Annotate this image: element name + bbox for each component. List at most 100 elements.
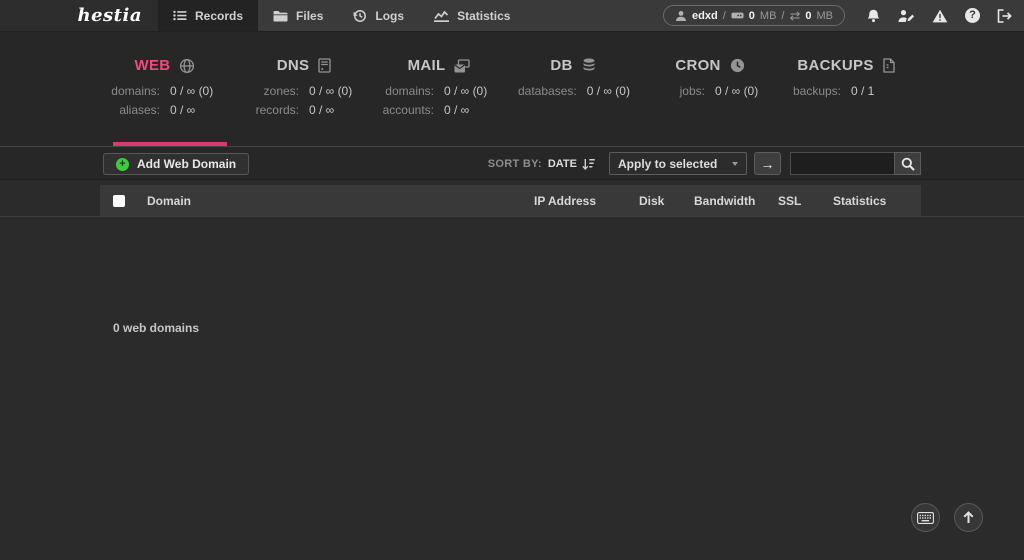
stat-col-web: WEB domains: 0 / ∞ (0) aliases: 0 / ∞ xyxy=(100,57,230,117)
keyboard-icon xyxy=(917,511,934,524)
toolbar-right: SORT BY: DATE Apply to selected → xyxy=(488,152,921,175)
content-separator xyxy=(0,216,1024,217)
bandwidth-usage-unit: MB xyxy=(816,9,834,22)
logout-icon[interactable] xyxy=(997,8,1012,23)
stat-key: domains: xyxy=(385,84,434,98)
apply-to-selected-select[interactable]: Apply to selected xyxy=(609,152,747,175)
select-all-checkbox[interactable] xyxy=(113,194,125,207)
column-header-disk: Disk xyxy=(639,193,665,208)
plus-icon: + xyxy=(116,157,129,171)
nav-item-logs[interactable]: Logs xyxy=(338,0,419,31)
stat-title-label: DB xyxy=(550,57,573,74)
list-icon xyxy=(173,10,187,21)
sort-by-label: SORT BY: xyxy=(487,157,542,170)
stat-value: 0 / ∞ (0) xyxy=(444,84,488,98)
stat-title-label: CRON xyxy=(675,57,721,74)
stat-col-dns: DNS zones: 0 / ∞ (0) records: 0 / ∞ xyxy=(248,57,360,117)
search-icon xyxy=(901,157,915,171)
stat-key: records: xyxy=(255,103,299,117)
question-glyph: ? xyxy=(965,8,980,23)
server-icon xyxy=(318,58,331,73)
stat-col-mail: MAIL domains: 0 / ∞ (0) accounts: 0 / ∞ xyxy=(380,57,498,117)
stat-title-label: WEB xyxy=(134,57,171,74)
column-header-ssl: SSL xyxy=(778,193,802,208)
warning-icon[interactable] xyxy=(932,9,948,23)
topbar-right: edxd / 0 MB / ⇄ 0 MB ? xyxy=(663,0,1012,31)
history-icon xyxy=(353,9,367,23)
nav-item-label: Files xyxy=(296,8,324,23)
sort-by-date-button[interactable]: DATE xyxy=(548,158,595,170)
add-web-domain-button[interactable]: + Add Web Domain xyxy=(103,153,250,175)
edit-user-icon[interactable] xyxy=(898,9,915,23)
nav-item-files[interactable]: Files xyxy=(258,0,338,31)
stat-key: accounts: xyxy=(382,103,434,117)
tab-cron[interactable]: CRON xyxy=(660,57,760,74)
tab-mail[interactable]: MAIL xyxy=(380,57,498,74)
nav-item-label: Logs xyxy=(375,8,405,23)
folder-icon xyxy=(273,10,288,22)
main-nav: Records Files Logs Statistics xyxy=(158,0,525,31)
stat-value: 0 / ∞ xyxy=(309,103,335,117)
arrow-right-icon: → xyxy=(760,155,775,172)
stat-key: aliases: xyxy=(119,103,160,117)
disk-usage-unit: MB xyxy=(759,9,777,22)
stat-value: 0 / ∞ (0) xyxy=(309,84,353,98)
apply-go-button[interactable]: → xyxy=(754,152,781,175)
domains-table-header: Domain IP Address Disk Bandwidth SSL Sta… xyxy=(100,185,921,216)
floating-buttons xyxy=(911,503,983,532)
column-header-bandwidth: Bandwidth xyxy=(694,193,756,208)
mail-icon xyxy=(454,58,471,73)
stat-title-label: MAIL xyxy=(407,57,446,74)
help-icon[interactable]: ? xyxy=(965,8,980,23)
add-button-label: Add Web Domain xyxy=(137,157,237,171)
separator: / xyxy=(781,9,785,22)
stat-value: 0 / ∞ (0) xyxy=(715,84,759,98)
stat-value: 0 / 1 xyxy=(851,84,875,98)
app-logo[interactable]: hestia xyxy=(0,0,158,31)
user-icon xyxy=(675,10,687,22)
tab-web[interactable]: WEB xyxy=(100,57,230,74)
column-header-domain: Domain xyxy=(147,193,192,208)
disk-usage-value: 0 xyxy=(748,9,755,22)
active-tab-underline xyxy=(113,142,227,146)
select-value: Apply to selected xyxy=(618,156,718,171)
stat-key: domains: xyxy=(111,84,160,98)
bandwidth-usage-value: 0 xyxy=(805,9,812,22)
scroll-to-top-button[interactable] xyxy=(954,503,983,532)
stat-value: 0 / ∞ xyxy=(444,103,470,117)
exchange-icon: ⇄ xyxy=(789,8,801,23)
notifications-bell-icon[interactable] xyxy=(866,9,881,23)
sort-amount-icon xyxy=(582,158,595,170)
search-button[interactable] xyxy=(894,152,921,175)
logo-text: hestia xyxy=(77,5,142,26)
arrow-up-icon xyxy=(962,511,975,524)
usage-stats-panel: WEB domains: 0 / ∞ (0) aliases: 0 / ∞ DN… xyxy=(0,31,1024,147)
nav-item-statistics[interactable]: Statistics xyxy=(419,0,525,31)
hdd-icon xyxy=(731,9,744,22)
tab-dns[interactable]: DNS xyxy=(248,57,360,74)
chevron-down-icon xyxy=(732,161,738,166)
column-header-statistics: Statistics xyxy=(833,193,887,208)
tab-db[interactable]: DB xyxy=(518,57,628,74)
stat-value: 0 / ∞ (0) xyxy=(586,84,630,98)
stat-col-backups: BACKUPS backups: 0 / 1 xyxy=(790,57,902,98)
globe-icon xyxy=(179,58,195,74)
nav-item-records[interactable]: Records xyxy=(158,0,259,31)
stat-col-db: DB databases: 0 / ∞ (0) xyxy=(518,57,630,98)
tab-backups[interactable]: BACKUPS xyxy=(790,57,902,74)
search-group xyxy=(790,152,921,175)
database-icon xyxy=(582,58,596,73)
column-header-ip: IP Address xyxy=(534,193,597,208)
search-input[interactable] xyxy=(790,152,894,175)
stat-value: 0 / ∞ xyxy=(170,103,196,117)
empty-list-message: 0 web domains xyxy=(113,321,200,335)
stat-key: databases: xyxy=(518,84,577,98)
stat-key: jobs: xyxy=(679,84,705,98)
user-usage-pill[interactable]: edxd / 0 MB / ⇄ 0 MB xyxy=(663,5,845,26)
clock-icon xyxy=(730,58,745,73)
stat-title-label: DNS xyxy=(276,57,310,74)
list-toolbar: + Add Web Domain SORT BY: DATE Apply to … xyxy=(0,148,1024,180)
stat-title-label: BACKUPS xyxy=(797,57,874,74)
nav-item-label: Statistics xyxy=(457,8,511,23)
keyboard-shortcuts-button[interactable] xyxy=(911,503,940,532)
